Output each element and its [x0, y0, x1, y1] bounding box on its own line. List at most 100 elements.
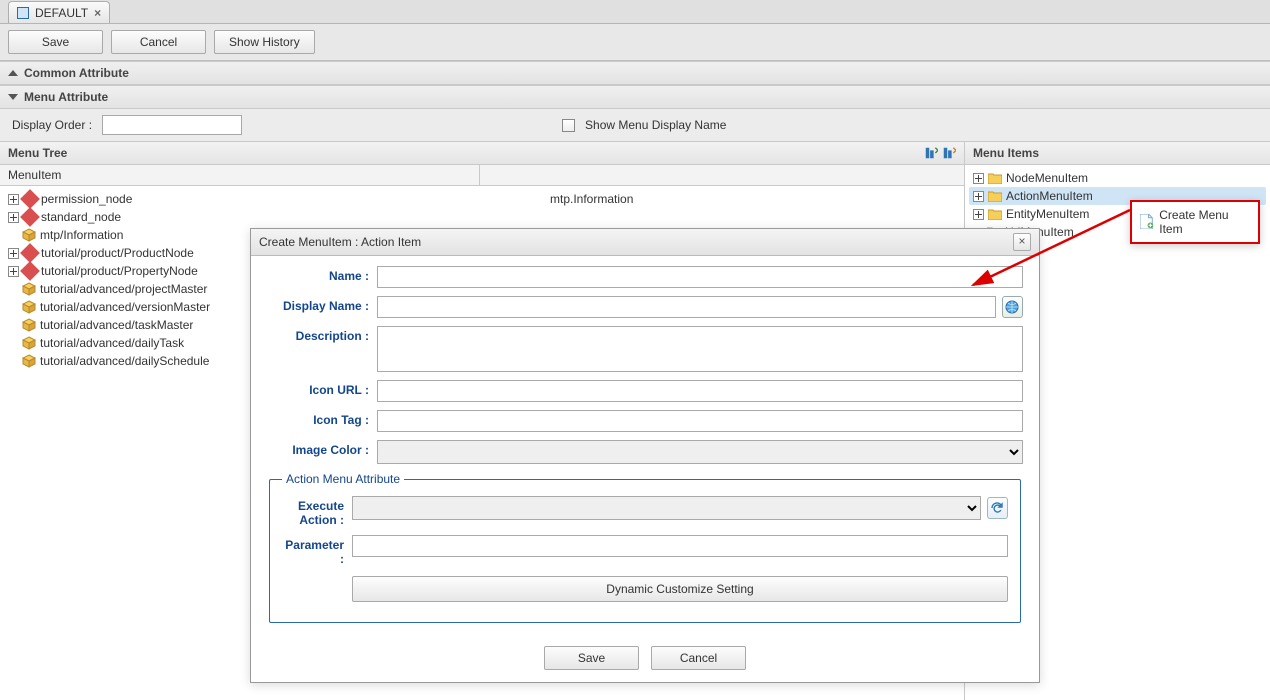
image-color-label: Image Color :	[267, 440, 377, 457]
dialog-cancel-button[interactable]: Cancel	[651, 646, 746, 670]
dialog-title: Create MenuItem : Action Item	[259, 235, 421, 249]
dialog-header: Create MenuItem : Action Item ×	[251, 229, 1039, 256]
tree-item-label: tutorial/product/ProductNode	[41, 246, 194, 260]
menu-item-label: EntityMenuItem	[1006, 207, 1089, 221]
menu-tree-panel: Menu Tree MenuItem permission_node	[0, 142, 965, 700]
dialog-footer: Save Cancel	[251, 633, 1039, 682]
tree-item-label: tutorial/advanced/projectMaster	[40, 282, 207, 296]
top-toolbar: Save Cancel Show History	[0, 24, 1270, 61]
tree-item-label: permission_node	[41, 192, 132, 206]
expand-all-icon[interactable]	[924, 146, 938, 160]
chevron-up-icon	[8, 70, 18, 76]
cube-icon	[22, 354, 36, 368]
name-input[interactable]	[377, 266, 1023, 288]
menu-tree-title-bar: Menu Tree	[0, 142, 964, 165]
expand-icon[interactable]	[973, 191, 984, 202]
display-name-input[interactable]	[377, 296, 996, 318]
show-history-button[interactable]: Show History	[214, 30, 315, 54]
context-create-menu-item[interactable]: Create Menu Item	[1134, 204, 1256, 240]
menu-items-title-bar: Menu Items	[965, 142, 1270, 165]
description-label: Description :	[267, 326, 377, 343]
node-icon	[20, 243, 40, 263]
context-item-label: Create Menu Item	[1159, 208, 1250, 236]
tab-icon	[17, 7, 29, 19]
menu-item-node[interactable]: NodeMenuItem	[969, 169, 1266, 187]
common-attribute-header[interactable]: Common Attribute	[0, 61, 1270, 85]
execute-action-select[interactable]	[352, 496, 981, 520]
cube-icon	[22, 282, 36, 296]
context-menu: Create Menu Item	[1130, 200, 1260, 244]
expand-icon[interactable]	[8, 194, 19, 205]
menu-tree-col-spacer	[480, 165, 964, 185]
details-pane: mtp.Information Create MenuItem : Action…	[250, 186, 1040, 206]
tab-default[interactable]: DEFAULT ×	[8, 1, 110, 23]
name-label: Name :	[267, 266, 377, 283]
cube-icon	[22, 336, 36, 350]
dynamic-customize-button[interactable]: Dynamic Customize Setting	[352, 576, 1008, 602]
cube-icon	[22, 318, 36, 332]
action-menu-attribute-group: Action Menu Attribute Execute Action :	[269, 472, 1021, 623]
tab-label: DEFAULT	[35, 6, 88, 20]
menu-tree-columns: MenuItem	[0, 165, 964, 186]
dialog-close-button[interactable]: ×	[1013, 233, 1031, 251]
new-page-icon	[1140, 214, 1153, 230]
tree-item-standard[interactable]: standard_node	[4, 208, 960, 226]
icon-tag-label: Icon Tag :	[267, 410, 377, 427]
tab-close-icon[interactable]: ×	[94, 6, 101, 20]
expand-icon[interactable]	[8, 248, 19, 259]
display-name-label: Display Name :	[267, 296, 377, 313]
show-display-name-checkbox[interactable]	[562, 119, 575, 132]
node-icon	[20, 189, 40, 209]
dialog-save-button[interactable]: Save	[544, 646, 639, 670]
tree-item-label: tutorial/advanced/taskMaster	[40, 318, 193, 332]
icon-tag-input[interactable]	[377, 410, 1023, 432]
folder-icon	[988, 208, 1002, 220]
tree-item-label: mtp/Information	[40, 228, 123, 242]
cancel-button[interactable]: Cancel	[111, 30, 206, 54]
display-order-label: Display Order :	[12, 118, 92, 132]
node-icon	[20, 207, 40, 227]
menu-tree-title: Menu Tree	[8, 146, 67, 160]
dialog-body: Name : Display Name :	[251, 256, 1039, 633]
image-color-select[interactable]	[377, 440, 1023, 464]
refresh-icon[interactable]	[987, 497, 1008, 519]
collapse-all-icon[interactable]	[942, 146, 956, 160]
tree-item-label: tutorial/advanced/versionMaster	[40, 300, 210, 314]
tab-bar: DEFAULT ×	[0, 0, 1270, 24]
menu-attribute-header[interactable]: Menu Attribute	[0, 85, 1270, 109]
node-icon	[20, 261, 40, 281]
common-attribute-label: Common Attribute	[24, 66, 129, 80]
execute-action-label: Execute Action :	[282, 496, 352, 527]
tree-item-label: tutorial/product/PropertyNode	[41, 264, 198, 278]
parameter-label: Parameter :	[282, 535, 352, 566]
description-input[interactable]	[377, 326, 1023, 372]
expand-icon[interactable]	[8, 266, 19, 277]
icon-url-input[interactable]	[377, 380, 1023, 402]
save-button[interactable]: Save	[8, 30, 103, 54]
menu-item-label: NodeMenuItem	[1006, 171, 1088, 185]
create-menuitem-dialog: Create MenuItem : Action Item × Name : D…	[250, 228, 1040, 683]
chevron-down-icon	[8, 94, 18, 100]
menu-tree: permission_node standard_node mtp/Inform…	[0, 186, 964, 374]
cube-icon	[22, 300, 36, 314]
menu-tree-col-header: MenuItem	[0, 165, 480, 185]
selected-node-title: mtp.Information	[250, 186, 1040, 206]
cube-icon	[22, 228, 36, 242]
menu-attribute-label: Menu Attribute	[24, 90, 108, 104]
globe-icon[interactable]	[1002, 296, 1023, 318]
tree-item-label: tutorial/advanced/dailyTask	[40, 336, 184, 350]
action-group-legend: Action Menu Attribute	[282, 472, 404, 486]
icon-url-label: Icon URL :	[267, 380, 377, 397]
expand-icon[interactable]	[973, 209, 984, 220]
expand-icon[interactable]	[8, 212, 19, 223]
expand-icon[interactable]	[973, 173, 984, 184]
show-display-name-label: Show Menu Display Name	[585, 118, 726, 132]
menu-items-title: Menu Items	[973, 146, 1039, 160]
parameter-input[interactable]	[352, 535, 1008, 557]
display-order-input[interactable]	[102, 115, 242, 135]
main-split: Menu Tree MenuItem permission_node	[0, 142, 1270, 700]
menu-attribute-body: Display Order : Show Menu Display Name	[0, 109, 1270, 142]
tree-item-label: standard_node	[41, 210, 121, 224]
tree-item-label: tutorial/advanced/dailySchedule	[40, 354, 209, 368]
folder-icon	[988, 172, 1002, 184]
